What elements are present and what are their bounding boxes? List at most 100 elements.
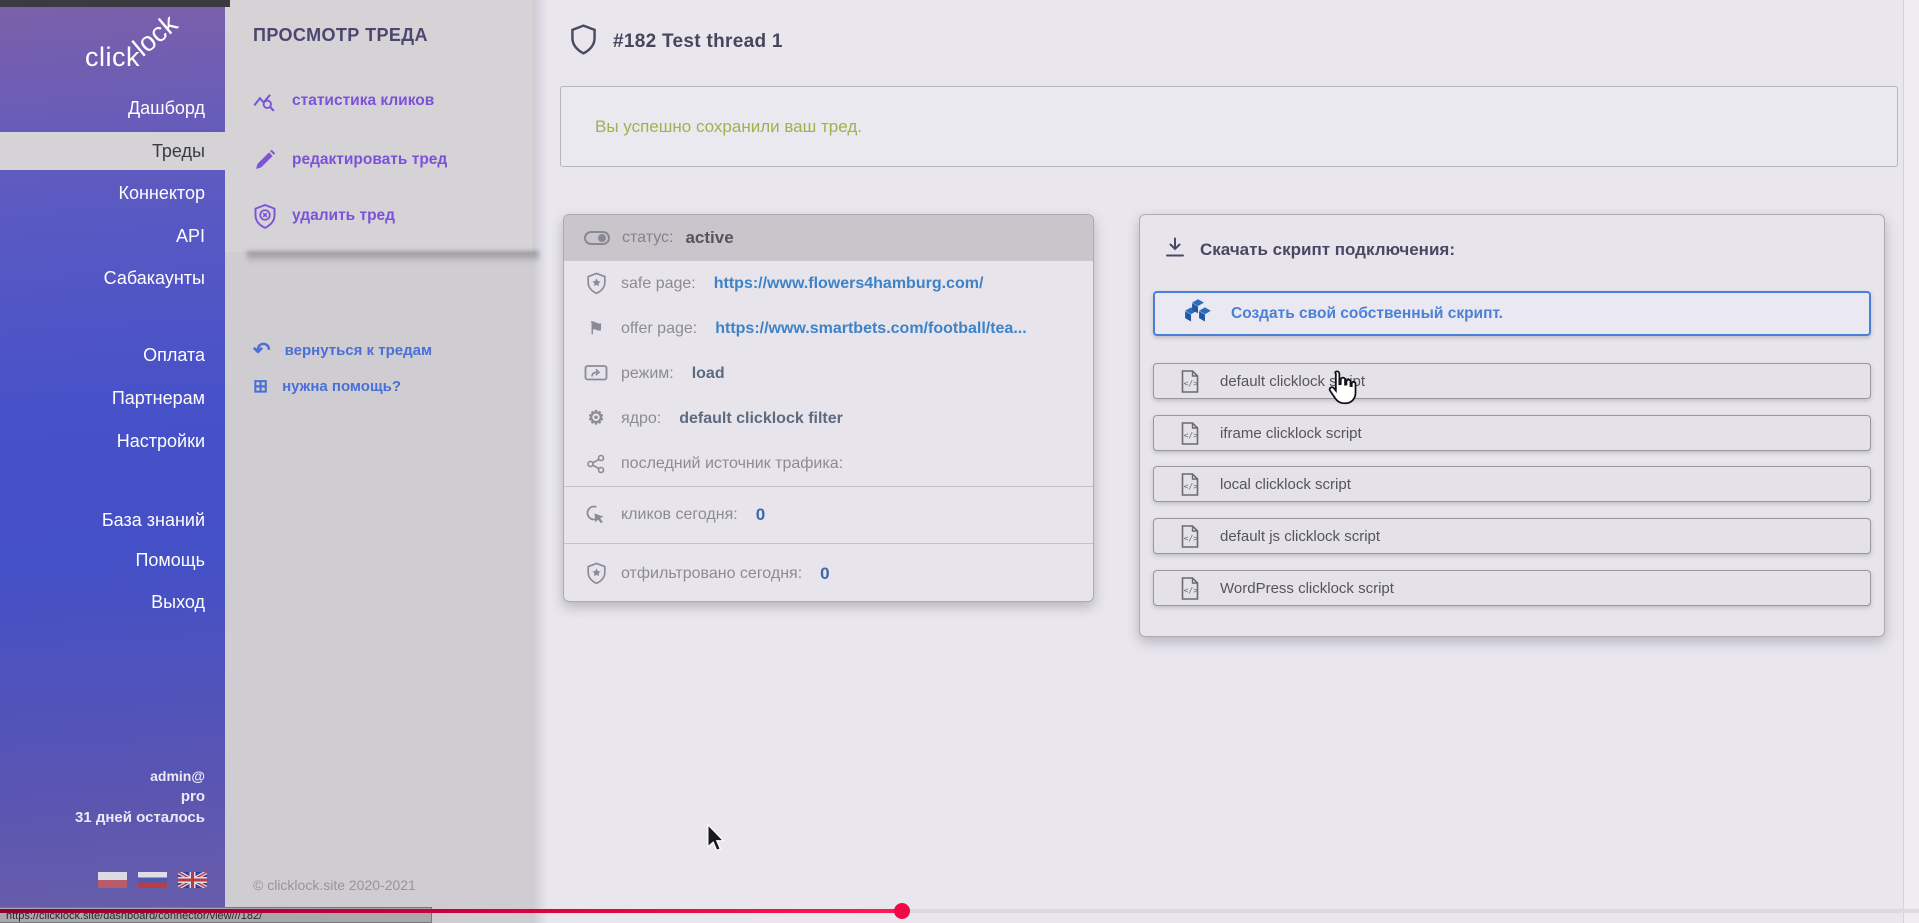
account-plan-badge: pro bbox=[0, 788, 225, 805]
code-file-icon: </> bbox=[1180, 369, 1200, 394]
sidebar: click lock Дашборд Треды Коннектор API С… bbox=[0, 0, 225, 908]
button-label: WordPress clicklock script bbox=[1220, 580, 1394, 597]
success-alert-text: Вы успешно сохранили ваш тред. bbox=[595, 117, 862, 137]
create-custom-script-button[interactable]: Создать свой собственный скрипт. bbox=[1153, 291, 1871, 336]
sidebar-item-settings[interactable]: Настройки bbox=[0, 422, 225, 460]
script-button-local[interactable]: </> local clicklock script bbox=[1153, 466, 1871, 502]
link-label: вернуться к тредам bbox=[285, 342, 432, 359]
download-icon bbox=[1164, 236, 1186, 263]
scrollbar[interactable] bbox=[1903, 0, 1919, 923]
menu-item-click-stats[interactable]: статистика кликов bbox=[253, 86, 434, 116]
video-progress-bar[interactable] bbox=[0, 909, 1919, 913]
back-to-threads-link[interactable]: ↶ вернуться к тредам bbox=[253, 338, 432, 362]
code-file-icon: </> bbox=[1180, 472, 1200, 497]
script-button-default-js[interactable]: </> default js clicklock script bbox=[1153, 518, 1871, 554]
gear-icon: ⚙ bbox=[584, 407, 608, 430]
safe-page-link[interactable]: https://www.flowers4hamburg.com/ bbox=[714, 275, 984, 293]
panel-shadow bbox=[533, 0, 548, 923]
status-row-safe-page: safe page: https://www.flowers4hamburg.c… bbox=[564, 261, 1093, 306]
uk-flag-icon[interactable] bbox=[178, 872, 207, 888]
status-row-mode: режим: load bbox=[564, 351, 1093, 396]
sidebar-item-payment[interactable]: Оплата bbox=[0, 336, 225, 374]
status-card-header: статус: active bbox=[564, 215, 1093, 261]
stat-row-clicks-today: кликов сегодня: 0 bbox=[564, 486, 1093, 543]
button-label: Создать свой собственный скрипт. bbox=[1231, 305, 1503, 323]
panel-shadow bbox=[247, 251, 539, 263]
video-progress-fill bbox=[0, 909, 902, 913]
sidebar-item-partners[interactable]: Партнерам bbox=[0, 379, 225, 417]
sidebar-item-threads[interactable]: Треды bbox=[0, 132, 225, 170]
sidebar-item-logout[interactable]: Выход bbox=[0, 583, 225, 621]
status-row-offer-page: ⚑ offer page: https://www.smartbets.com/… bbox=[564, 306, 1093, 351]
thread-menu-title: ПРОСМОТР ТРЕДА bbox=[253, 25, 428, 46]
sidebar-item-api[interactable]: API bbox=[0, 217, 225, 255]
pencil-icon bbox=[253, 148, 277, 172]
copyright-text: © clicklock.site 2020-2021 bbox=[253, 877, 416, 893]
russia-flag-icon[interactable] bbox=[138, 872, 167, 888]
link-label: нужна помощь? bbox=[282, 378, 401, 395]
status-value: active bbox=[685, 228, 733, 248]
status-label: статус: bbox=[622, 229, 673, 247]
share-icon bbox=[584, 454, 608, 474]
logo-text-click: click bbox=[85, 42, 140, 73]
clicklock-logo: click lock bbox=[79, 22, 219, 92]
need-help-link[interactable]: ⊞ нужна помощь? bbox=[253, 374, 401, 398]
sidebar-item-help[interactable]: Помощь bbox=[0, 541, 225, 579]
button-label: local clicklock script bbox=[1220, 476, 1351, 493]
page-title: #182 Test thread 1 bbox=[613, 31, 783, 53]
sidebar-item-dashboard[interactable]: Дашборд bbox=[0, 89, 225, 127]
menu-item-label: редактировать тред bbox=[292, 151, 447, 169]
button-label: iframe clicklock script bbox=[1220, 425, 1362, 442]
svg-text:</>: </> bbox=[1184, 534, 1199, 543]
mode-value: load bbox=[692, 365, 725, 383]
menu-item-edit-thread[interactable]: редактировать тред bbox=[253, 145, 447, 175]
code-file-icon: </> bbox=[1180, 524, 1200, 549]
sidebar-item-connector[interactable]: Коннектор bbox=[0, 174, 225, 212]
flag-icon: ⚑ bbox=[584, 319, 608, 339]
undo-arrow-icon: ↶ bbox=[253, 338, 271, 363]
toggle-icon[interactable] bbox=[584, 231, 610, 245]
account-days-left: 31 дней осталось bbox=[0, 809, 225, 826]
main-content: #182 Test thread 1 Вы успешно сохранили … bbox=[533, 0, 1919, 923]
stat-row-filtered-today: отфильтровано сегодня: 0 bbox=[564, 543, 1093, 602]
menu-item-delete-thread[interactable]: удалить тред bbox=[253, 201, 395, 231]
download-card-title: Скачать скрипт подключения: bbox=[1200, 240, 1455, 260]
thread-status-card: статус: active safe page: https://www.fl… bbox=[563, 214, 1094, 602]
svg-text:</>: </> bbox=[1184, 431, 1199, 440]
offer-page-link[interactable]: https://www.smartbets.com/football/tea..… bbox=[715, 320, 1026, 338]
status-row-core: ⚙ ядро: default clicklock filter bbox=[564, 396, 1093, 441]
language-switcher bbox=[98, 872, 207, 888]
status-row-last-traffic-source: последний источник трафика: bbox=[564, 441, 1093, 486]
script-button-default[interactable]: </> default clicklock script bbox=[1153, 363, 1871, 399]
window-top-strip bbox=[0, 0, 230, 7]
poland-flag-icon[interactable] bbox=[98, 872, 127, 888]
menu-item-label: удалить тред bbox=[292, 207, 395, 225]
stats-search-icon bbox=[253, 89, 277, 113]
shield-star-icon bbox=[584, 272, 608, 295]
script-button-iframe[interactable]: </> iframe clicklock script bbox=[1153, 415, 1871, 451]
filtered-today-value: 0 bbox=[820, 564, 829, 584]
script-button-wordpress[interactable]: </> WordPress clicklock script bbox=[1153, 570, 1871, 606]
shield-icon bbox=[570, 24, 597, 60]
button-label: default clicklock script bbox=[1220, 373, 1365, 390]
video-progress-knob[interactable] bbox=[894, 903, 910, 919]
svg-text:</>: </> bbox=[1184, 482, 1199, 491]
plus-box-icon: ⊞ bbox=[253, 376, 268, 397]
button-label: default js clicklock script bbox=[1220, 528, 1380, 545]
clicks-today-value: 0 bbox=[756, 505, 765, 525]
page-header: #182 Test thread 1 bbox=[570, 24, 783, 60]
menu-item-label: статистика кликов bbox=[292, 92, 434, 110]
svg-text:</>: </> bbox=[1184, 586, 1199, 595]
screen-share-icon bbox=[584, 364, 608, 384]
core-value: default clicklock filter bbox=[679, 410, 843, 428]
cubes-icon bbox=[1183, 298, 1213, 329]
click-icon bbox=[584, 504, 608, 526]
code-file-icon: </> bbox=[1180, 576, 1200, 601]
code-file-icon: </> bbox=[1180, 421, 1200, 446]
svg-text:</>: </> bbox=[1184, 379, 1199, 388]
download-card-header: Скачать скрипт подключения: bbox=[1164, 236, 1455, 263]
sidebar-item-subaccounts[interactable]: Сабакаунты bbox=[0, 259, 225, 297]
sidebar-item-knowledge-base[interactable]: База знаний bbox=[0, 501, 225, 539]
thread-menu-panel: ПРОСМОТР ТРЕДА статистика кликов редакти… bbox=[225, 0, 533, 923]
success-alert: Вы успешно сохранили ваш тред. bbox=[560, 86, 1898, 167]
